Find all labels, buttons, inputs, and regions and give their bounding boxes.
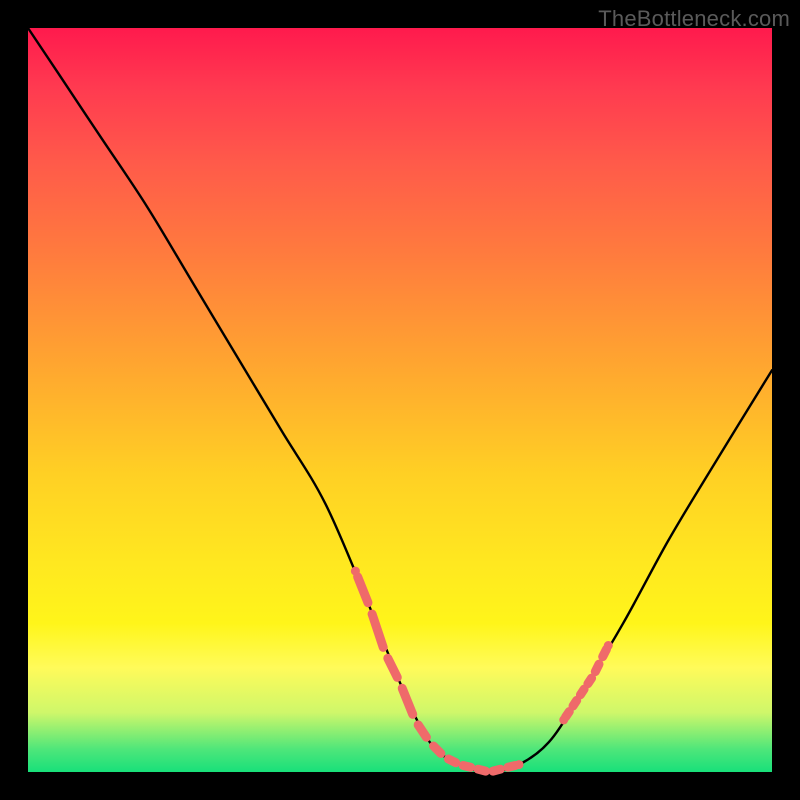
highlight-dash: [448, 759, 455, 763]
highlight-dot: [351, 567, 360, 576]
highlight-dot: [559, 715, 568, 724]
highlight-left: [351, 567, 524, 772]
chart-overlay: [28, 28, 772, 772]
highlight-dash: [603, 649, 607, 657]
watermark-text: TheBottleneck.com: [598, 6, 790, 32]
highlight-dash: [358, 577, 368, 603]
highlight-dash: [418, 725, 426, 737]
highlight-dash: [588, 678, 592, 684]
highlight-dash: [508, 766, 515, 768]
highlight-dash: [478, 769, 486, 771]
highlight-dash: [388, 658, 398, 677]
highlight-dash: [434, 746, 441, 753]
highlight-dot: [604, 641, 613, 650]
chart-frame: TheBottleneck.com: [0, 0, 800, 800]
highlight-dash: [493, 769, 500, 771]
highlight-dash: [372, 614, 383, 647]
highlight-right: [559, 641, 613, 724]
highlight-dash: [580, 689, 584, 695]
bottleneck-curve: [28, 28, 772, 772]
highlight-dash: [595, 664, 599, 672]
highlight-dash: [402, 688, 413, 714]
highlight-dash: [573, 700, 577, 706]
highlight-dot: [515, 760, 524, 769]
highlight-dash: [463, 766, 471, 768]
